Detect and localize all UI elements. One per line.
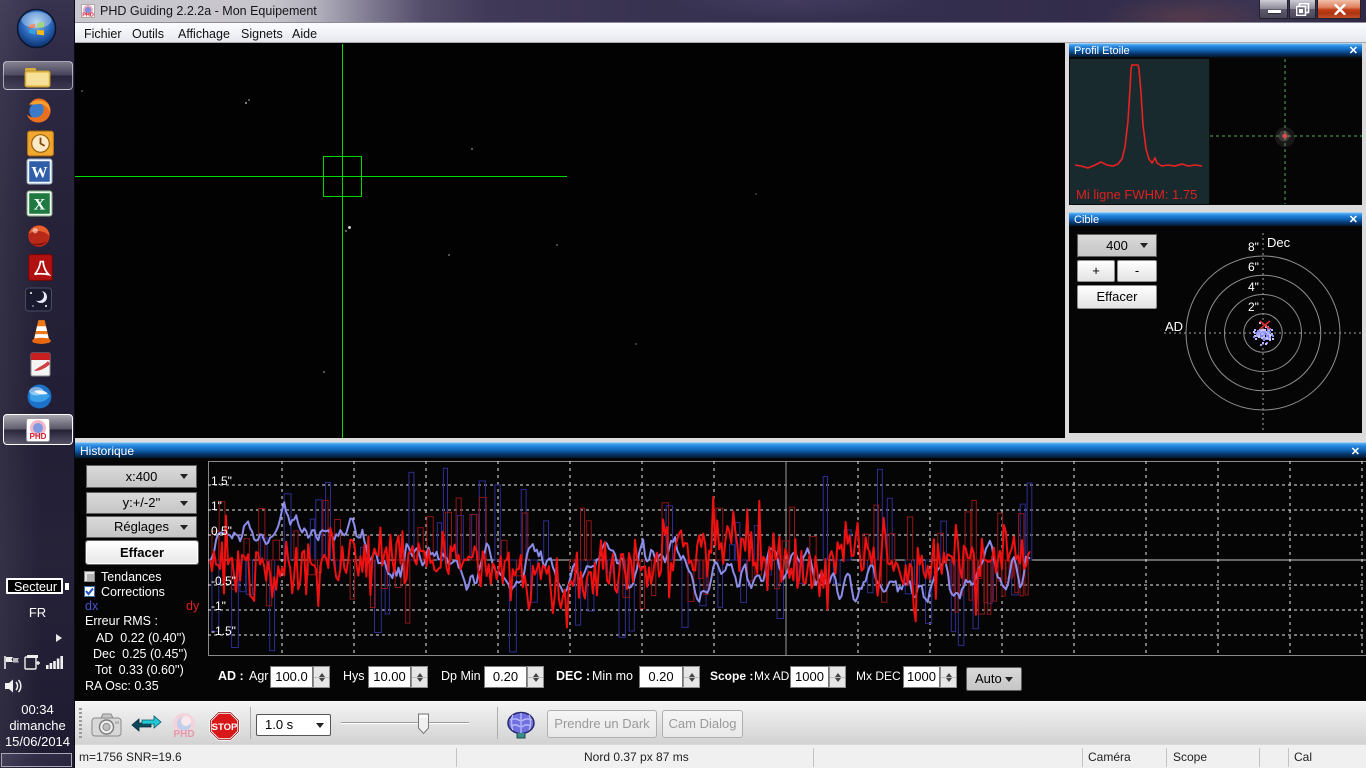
svg-text:X: X [34, 195, 46, 213]
svg-text:PHD: PHD [82, 13, 94, 19]
svg-text:W: W [31, 163, 47, 181]
svg-text:PHD: PHD [30, 432, 47, 441]
svg-text:STOP: STOP [212, 722, 238, 733]
svg-text:PHD: PHD [173, 729, 194, 740]
